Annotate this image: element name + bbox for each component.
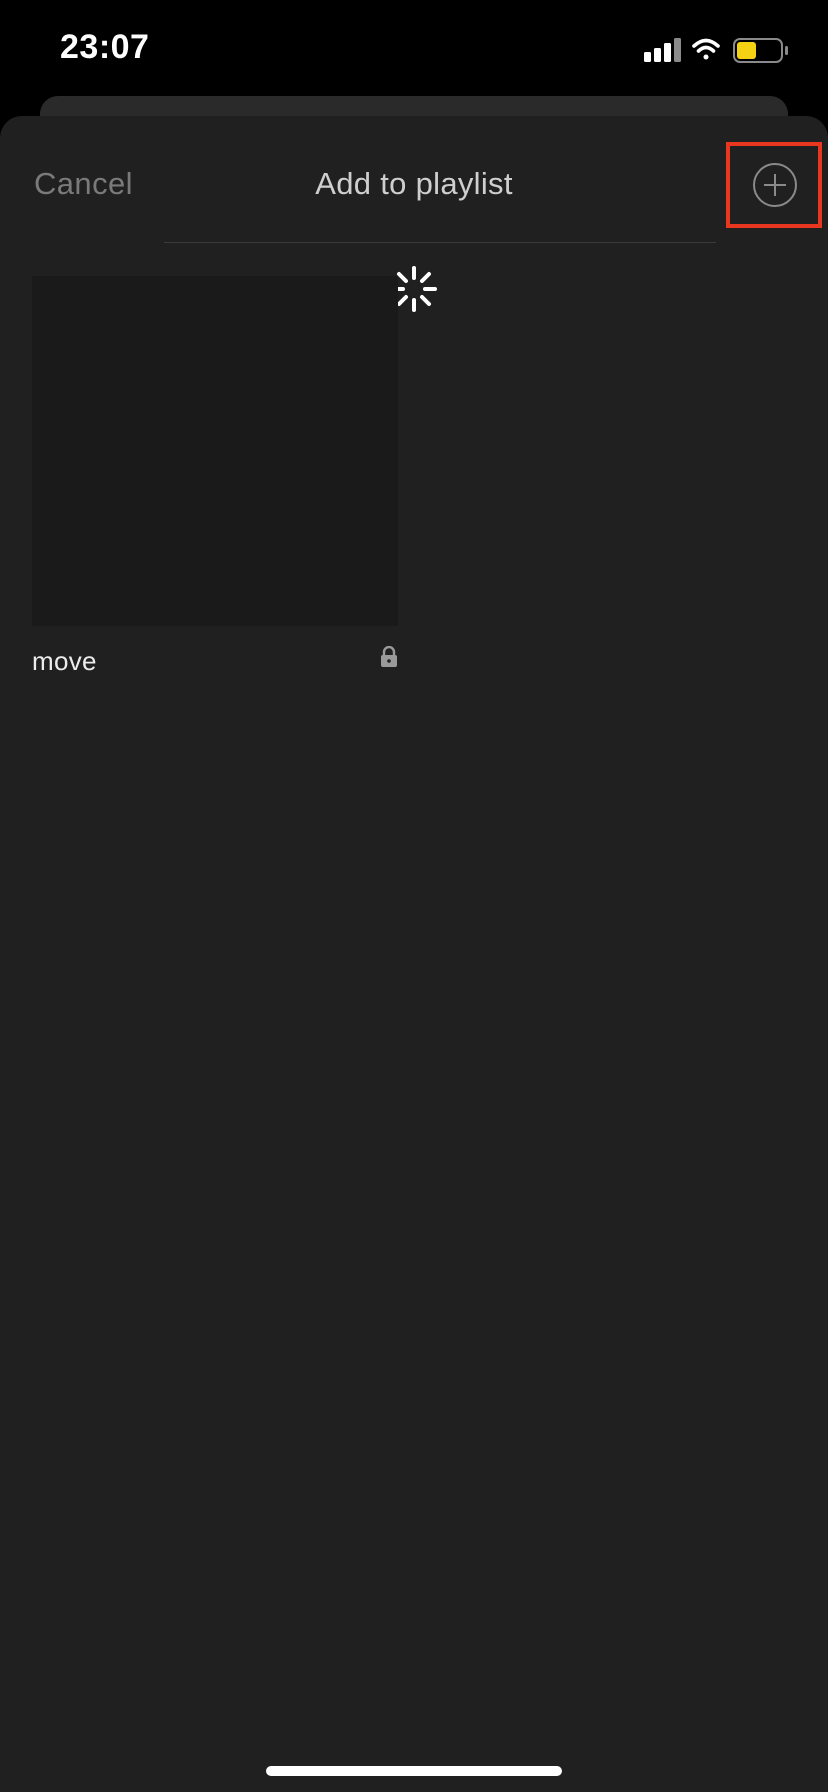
status-time: 23:07 xyxy=(60,28,150,66)
header-divider xyxy=(164,242,716,243)
status-icons xyxy=(644,36,794,64)
add-to-playlist-sheet: Cancel Add to playlist move xyxy=(0,116,828,1792)
plus-circle-icon xyxy=(753,163,797,207)
playlist-item[interactable]: move xyxy=(32,276,398,706)
cellular-signal-icon xyxy=(644,38,681,62)
wifi-icon xyxy=(692,38,720,60)
status-bar: 23:07 xyxy=(0,0,828,96)
cancel-button[interactable]: Cancel xyxy=(34,166,133,202)
playlist-name: move xyxy=(32,646,97,676)
new-playlist-button[interactable] xyxy=(726,142,822,228)
playlist-cover xyxy=(32,276,398,626)
battery-icon xyxy=(733,38,788,63)
home-indicator xyxy=(266,1766,562,1776)
lock-icon xyxy=(381,646,397,667)
